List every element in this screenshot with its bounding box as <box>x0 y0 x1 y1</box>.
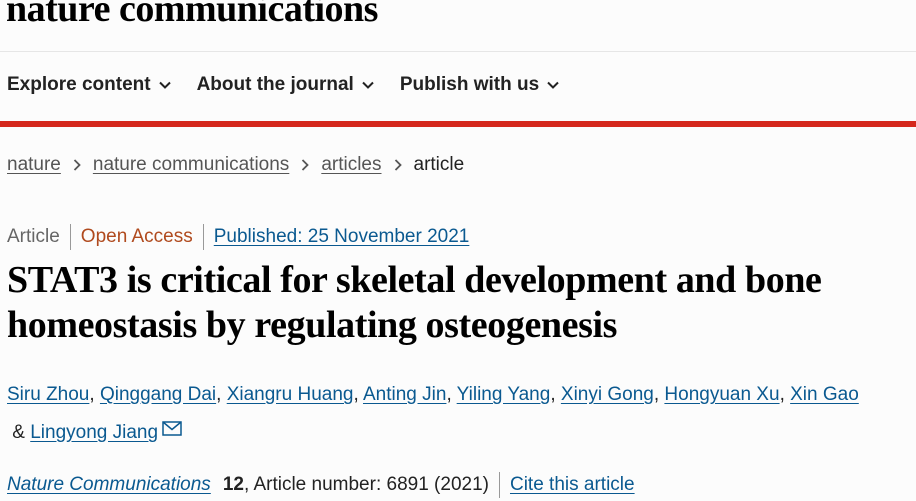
author-separator: , <box>353 384 363 405</box>
breadcrumb-nature[interactable]: nature <box>7 154 61 176</box>
meta-divider <box>202 224 204 250</box>
chevron-down-icon <box>547 81 559 89</box>
journal-logo[interactable]: nature communications <box>6 0 378 31</box>
breadcrumb-current: article <box>413 154 465 175</box>
nav-publish-with-us[interactable]: Publish with us <box>400 74 559 96</box>
article-meta: Article Open Access Published: 25 Novemb… <box>7 224 469 250</box>
breadcrumb-nature-communications[interactable]: nature communications <box>93 154 289 176</box>
nav-label: About the journal <box>196 74 354 95</box>
author-list: Siru Zhou, Qinggang Dai, Xiangru Huang, … <box>7 376 916 452</box>
author-link[interactable]: Xin Gao <box>790 384 859 405</box>
chevron-right-icon <box>73 159 81 171</box>
chevron-down-icon <box>362 81 374 89</box>
author-separator: & <box>7 422 31 443</box>
author-separator: , <box>216 384 227 405</box>
cite-article-link[interactable]: Cite this article <box>510 474 635 496</box>
main-nav: Explore content About the journal Publis… <box>7 74 585 96</box>
header-divider <box>0 51 916 52</box>
author-link[interactable]: Lingyong Jiang <box>30 422 158 443</box>
published-date-link[interactable]: Published: 25 November 2021 <box>214 226 470 248</box>
author-link[interactable]: Yiling Yang <box>457 384 551 405</box>
nav-label: Explore content <box>7 74 151 95</box>
author-separator: , <box>653 384 665 405</box>
article-type: Article <box>7 226 60 247</box>
citation-line: Nature Communications 12 , Article numbe… <box>7 472 635 498</box>
article-title: STAT3 is critical for skeletal developme… <box>7 259 822 346</box>
author-link[interactable]: Hongyuan Xu <box>664 384 779 405</box>
volume-number: 12 <box>222 474 244 495</box>
chevron-right-icon <box>301 159 310 171</box>
author-link[interactable]: Anting Jin <box>363 384 446 405</box>
breadcrumb: nature nature communications articles ar… <box>7 154 464 176</box>
accent-bar <box>0 121 916 127</box>
chevron-right-icon <box>394 159 402 171</box>
journal-name-link[interactable]: Nature Communications <box>7 474 211 496</box>
author-separator: , <box>446 384 457 405</box>
article-number: , Article number: 6891 (2021) <box>243 474 489 495</box>
open-access-badge: Open Access <box>80 226 193 247</box>
author-link[interactable]: Xiangru Huang <box>227 384 354 405</box>
meta-divider <box>69 224 71 250</box>
nav-about-journal[interactable]: About the journal <box>197 74 374 96</box>
nav-label: Publish with us <box>399 74 540 95</box>
nav-explore-content[interactable]: Explore content <box>7 74 171 96</box>
author-separator: , <box>550 384 561 405</box>
breadcrumb-articles[interactable]: articles <box>321 154 381 176</box>
author-link[interactable]: Xinyi Gong <box>561 384 654 405</box>
author-separator: , <box>89 384 100 405</box>
author-link[interactable]: Qinggang Dai <box>100 384 216 405</box>
mail-icon[interactable] <box>162 421 182 436</box>
meta-divider <box>498 472 500 498</box>
chevron-down-icon <box>158 81 171 89</box>
author-link[interactable]: Siru Zhou <box>7 384 89 405</box>
author-separator: , <box>779 384 791 405</box>
